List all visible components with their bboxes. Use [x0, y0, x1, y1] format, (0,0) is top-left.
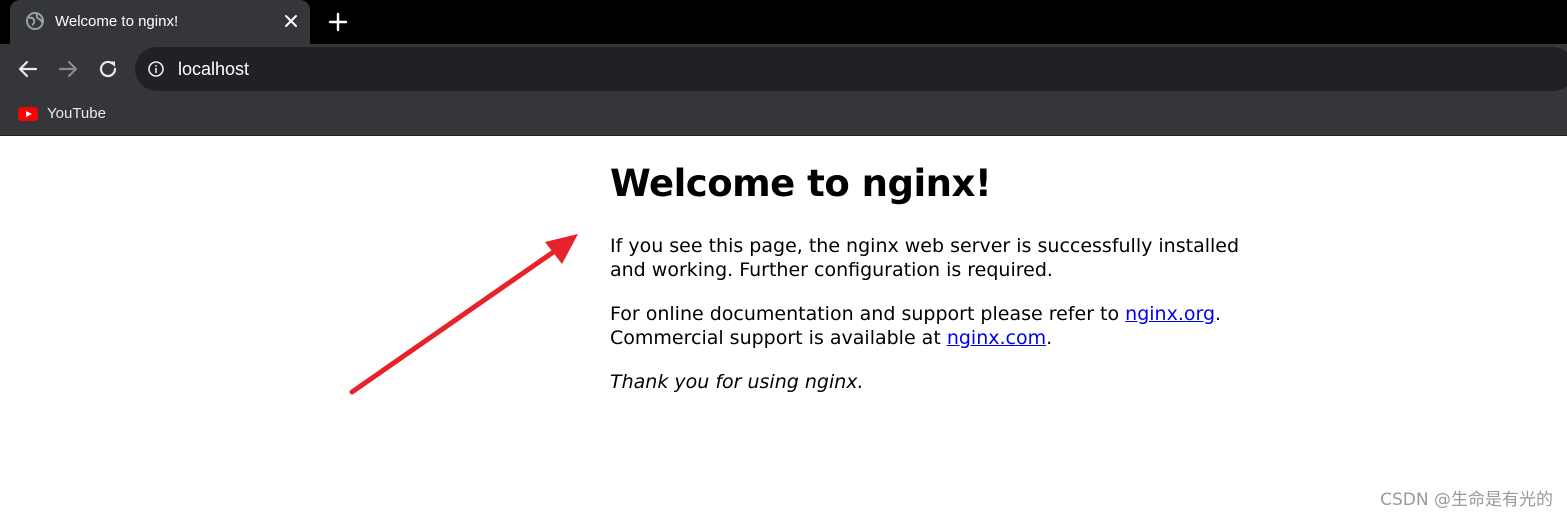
arrow-left-icon[interactable] — [16, 57, 40, 81]
thanks-paragraph: Thank you for using nginx. — [610, 370, 1250, 394]
nginx-welcome-content: Welcome to nginx! If you see this page, … — [610, 162, 1250, 414]
browser-toolbar: localhost — [0, 44, 1567, 94]
page-title: Welcome to nginx! — [610, 162, 992, 205]
url-text[interactable]: localhost — [178, 59, 249, 80]
arrow-right-icon[interactable] — [56, 57, 80, 81]
commercial-text: Commercial support is available at — [610, 327, 947, 350]
commercial-period: . — [1046, 327, 1053, 350]
close-icon[interactable] — [282, 12, 300, 30]
csdn-watermark: CSDN @生命是有光的 — [1380, 490, 1553, 510]
info-icon[interactable] — [147, 60, 165, 78]
page-viewport: Welcome to nginx! If you see this page, … — [0, 136, 1567, 520]
docs-period: . — [1215, 303, 1222, 326]
docs-paragraph: For online documentation and support ple… — [610, 302, 1250, 350]
tab-strip: Welcome to nginx! — [0, 0, 1567, 44]
annotation-arrow — [349, 234, 578, 395]
tab-title: Welcome to nginx! — [55, 13, 179, 30]
nginx-com-link[interactable]: nginx.com — [947, 327, 1046, 349]
intro-paragraph: If you see this page, the nginx web serv… — [610, 235, 1240, 282]
thanks-text: Thank you for using nginx. — [610, 371, 864, 394]
browser-window: Welcome to nginx! localhost YouTube Welc… — [0, 0, 1567, 520]
reload-icon[interactable] — [96, 57, 120, 81]
docs-text: For online documentation and support ple… — [610, 303, 1126, 326]
bookmarks-bar: YouTube — [0, 94, 1567, 136]
globe-icon — [26, 12, 44, 30]
nginx-org-link[interactable]: nginx.org — [1125, 303, 1215, 325]
tab-welcome-nginx[interactable]: Welcome to nginx! — [10, 0, 310, 44]
youtube-icon — [18, 107, 38, 121]
bookmark-label: YouTube — [47, 105, 106, 122]
plus-icon[interactable] — [326, 10, 350, 34]
bookmark-youtube[interactable]: YouTube — [12, 100, 124, 128]
address-bar[interactable]: localhost — [135, 47, 1567, 91]
